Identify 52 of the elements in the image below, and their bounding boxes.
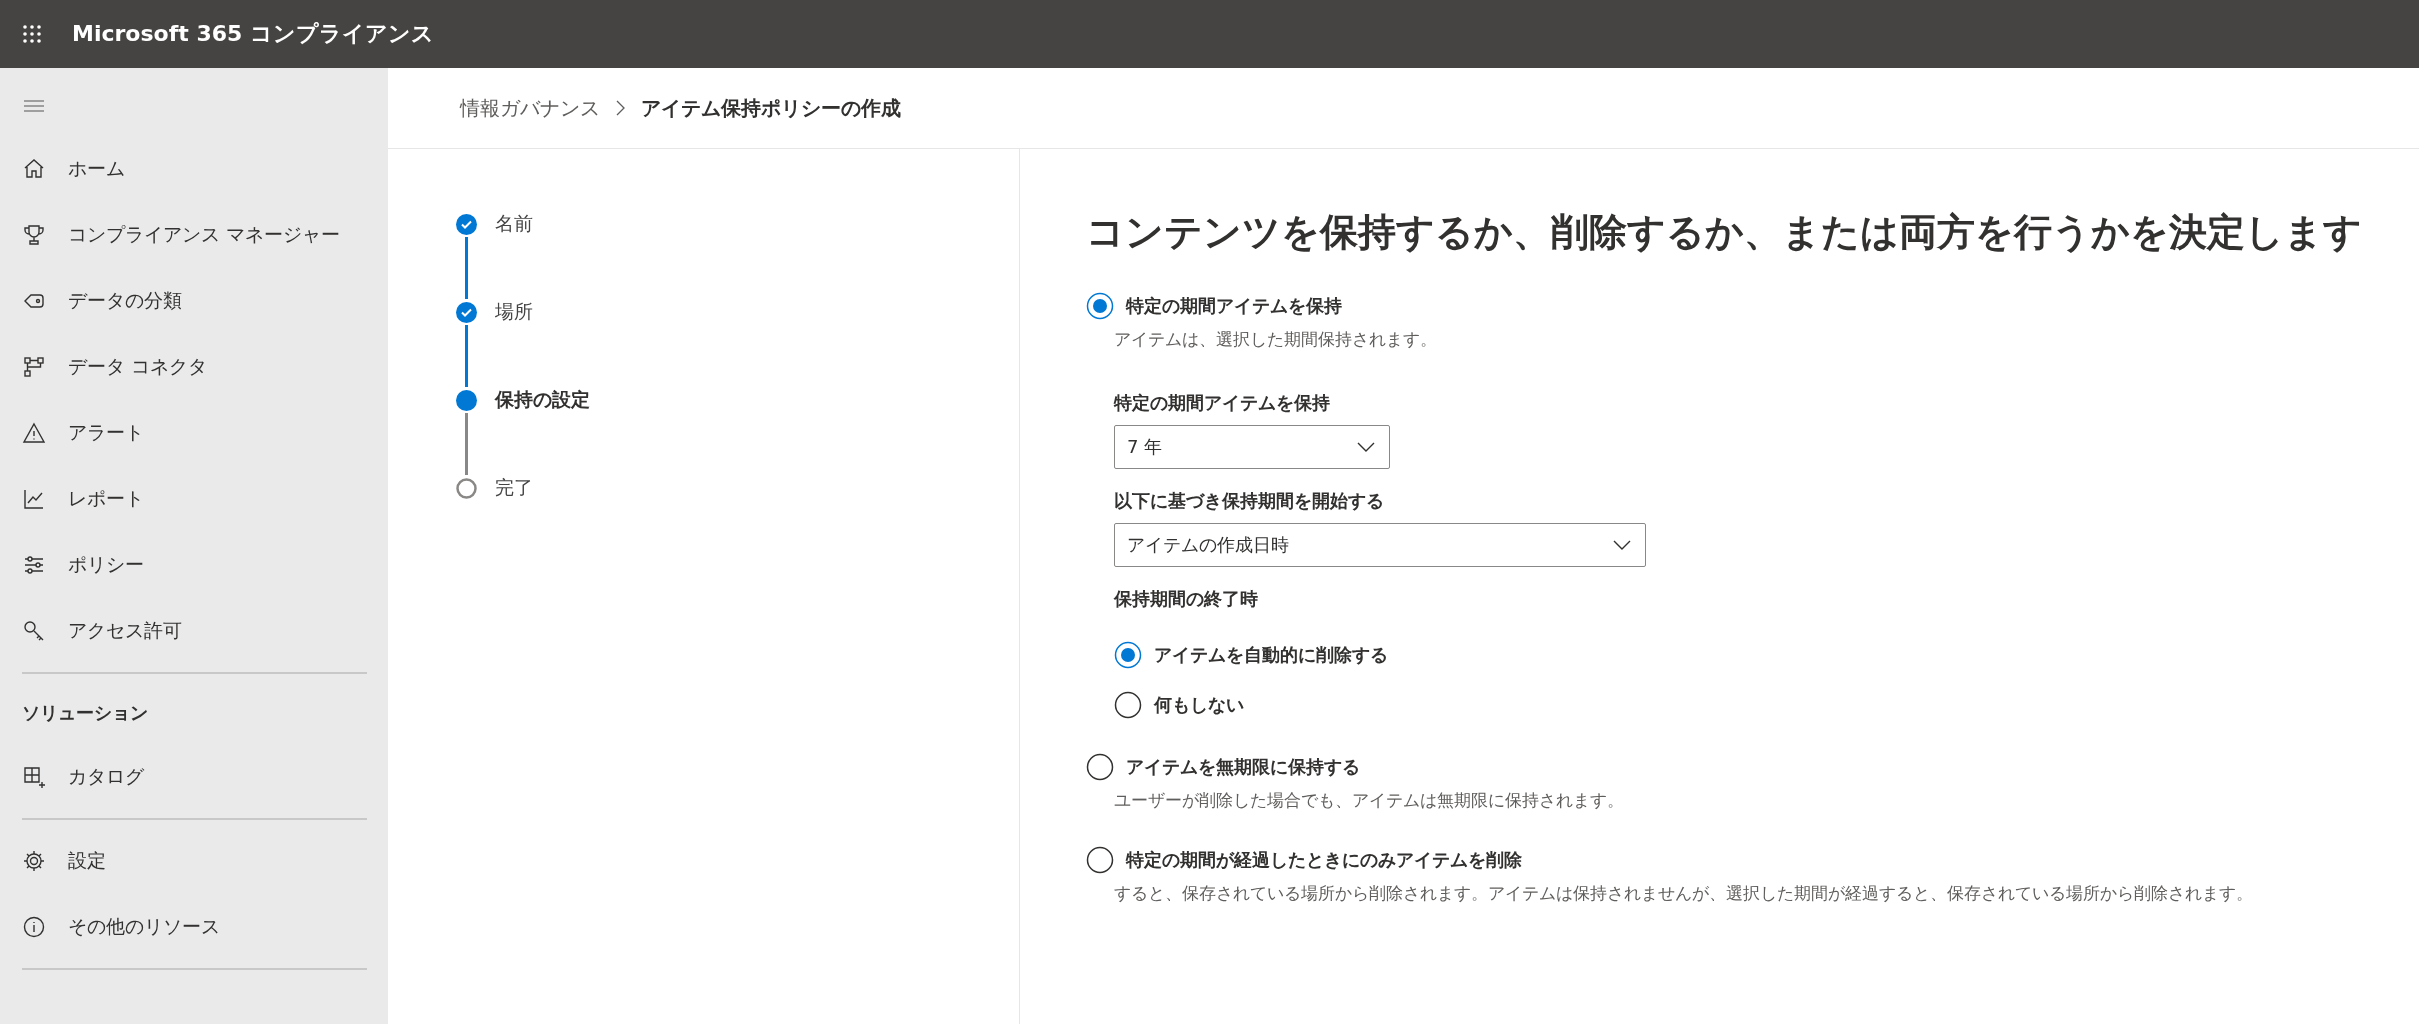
sliders-icon: [22, 553, 46, 577]
info-icon: [22, 915, 46, 939]
option-label: アイテムを無期限に保持する: [1126, 755, 1360, 779]
app-launcher-icon[interactable]: [22, 24, 42, 44]
nav-item[interactable]: ポリシー: [22, 532, 366, 598]
step-label: 名前: [495, 211, 533, 236]
chevron-down-icon: [1613, 540, 1631, 550]
app-title: Microsoft 365 コンプライアンス: [72, 20, 434, 48]
start-dropdown[interactable]: アイテムの作成日時: [1114, 523, 1646, 567]
nav-item[interactable]: コンプライアンス マネージャー: [22, 202, 366, 268]
connector-icon: [22, 355, 46, 379]
chevron-down-icon: [1357, 442, 1375, 452]
nav-item[interactable]: アクセス許可: [22, 598, 366, 664]
step-label: 保持の設定: [495, 387, 590, 412]
radio-button[interactable]: [1086, 846, 1114, 874]
nav-item[interactable]: データの分類: [22, 268, 366, 334]
period-dropdown[interactable]: 7 年: [1114, 425, 1390, 469]
page-title: コンテンツを保持するか、削除するか、または両方を行うかを決定します: [1086, 209, 2363, 256]
radio-button[interactable]: [1114, 641, 1142, 669]
nav-item[interactable]: ホーム: [22, 136, 366, 202]
nav-item[interactable]: レポート: [22, 466, 366, 532]
field-label: 保持期間の終了時: [1114, 587, 1259, 611]
option-label: 何もしない: [1154, 693, 1244, 717]
field-label: 特定の期間アイテムを保持: [1114, 391, 1331, 415]
step-label: 完了: [495, 475, 533, 500]
step-label: 場所: [495, 299, 533, 324]
option-label: 特定の期間が経過したときにのみアイテムを削除: [1126, 848, 1522, 872]
option-label: 特定の期間アイテムを保持: [1126, 294, 1342, 318]
option-description: すると、保存されている場所から削除されます。アイテムは保持されませんが、選択した期間が経過すると、保存されている場所から削除されます。: [1114, 882, 2254, 905]
nav-item[interactable]: データ コネクタ: [22, 334, 366, 400]
catalog-icon: [22, 765, 46, 789]
option-description: アイテムは、選択した期間保持されます。: [1114, 328, 1438, 351]
field-label: 以下に基づき保持期間を開始する: [1114, 489, 1385, 513]
trophy-icon: [22, 223, 46, 247]
radio-button[interactable]: [1114, 691, 1142, 719]
option-label: アイテムを自動的に削除する: [1154, 643, 1388, 667]
nav-item[interactable]: アラート: [22, 400, 366, 466]
key-icon: [22, 619, 46, 643]
nav-item[interactable]: その他のリソース: [22, 894, 366, 960]
nav-item[interactable]: 設定: [22, 828, 366, 894]
radio-button[interactable]: [1086, 292, 1114, 320]
nav-item[interactable]: カタログ: [22, 744, 366, 810]
section-heading: ソリューション: [22, 701, 149, 725]
settings-icon: [22, 849, 46, 873]
chevron-right-icon: [616, 100, 625, 116]
chart-icon: [22, 487, 46, 511]
radio-button[interactable]: [1086, 753, 1114, 781]
breadcrumb-link[interactable]: 情報ガバナンス: [460, 94, 600, 122]
home-icon: [22, 157, 46, 181]
breadcrumb-current: アイテム保持ポリシーの作成: [641, 94, 901, 122]
warning-icon: [22, 421, 46, 445]
option-description: ユーザーが削除した場合でも、アイテムは無期限に保持されます。: [1114, 789, 1625, 812]
